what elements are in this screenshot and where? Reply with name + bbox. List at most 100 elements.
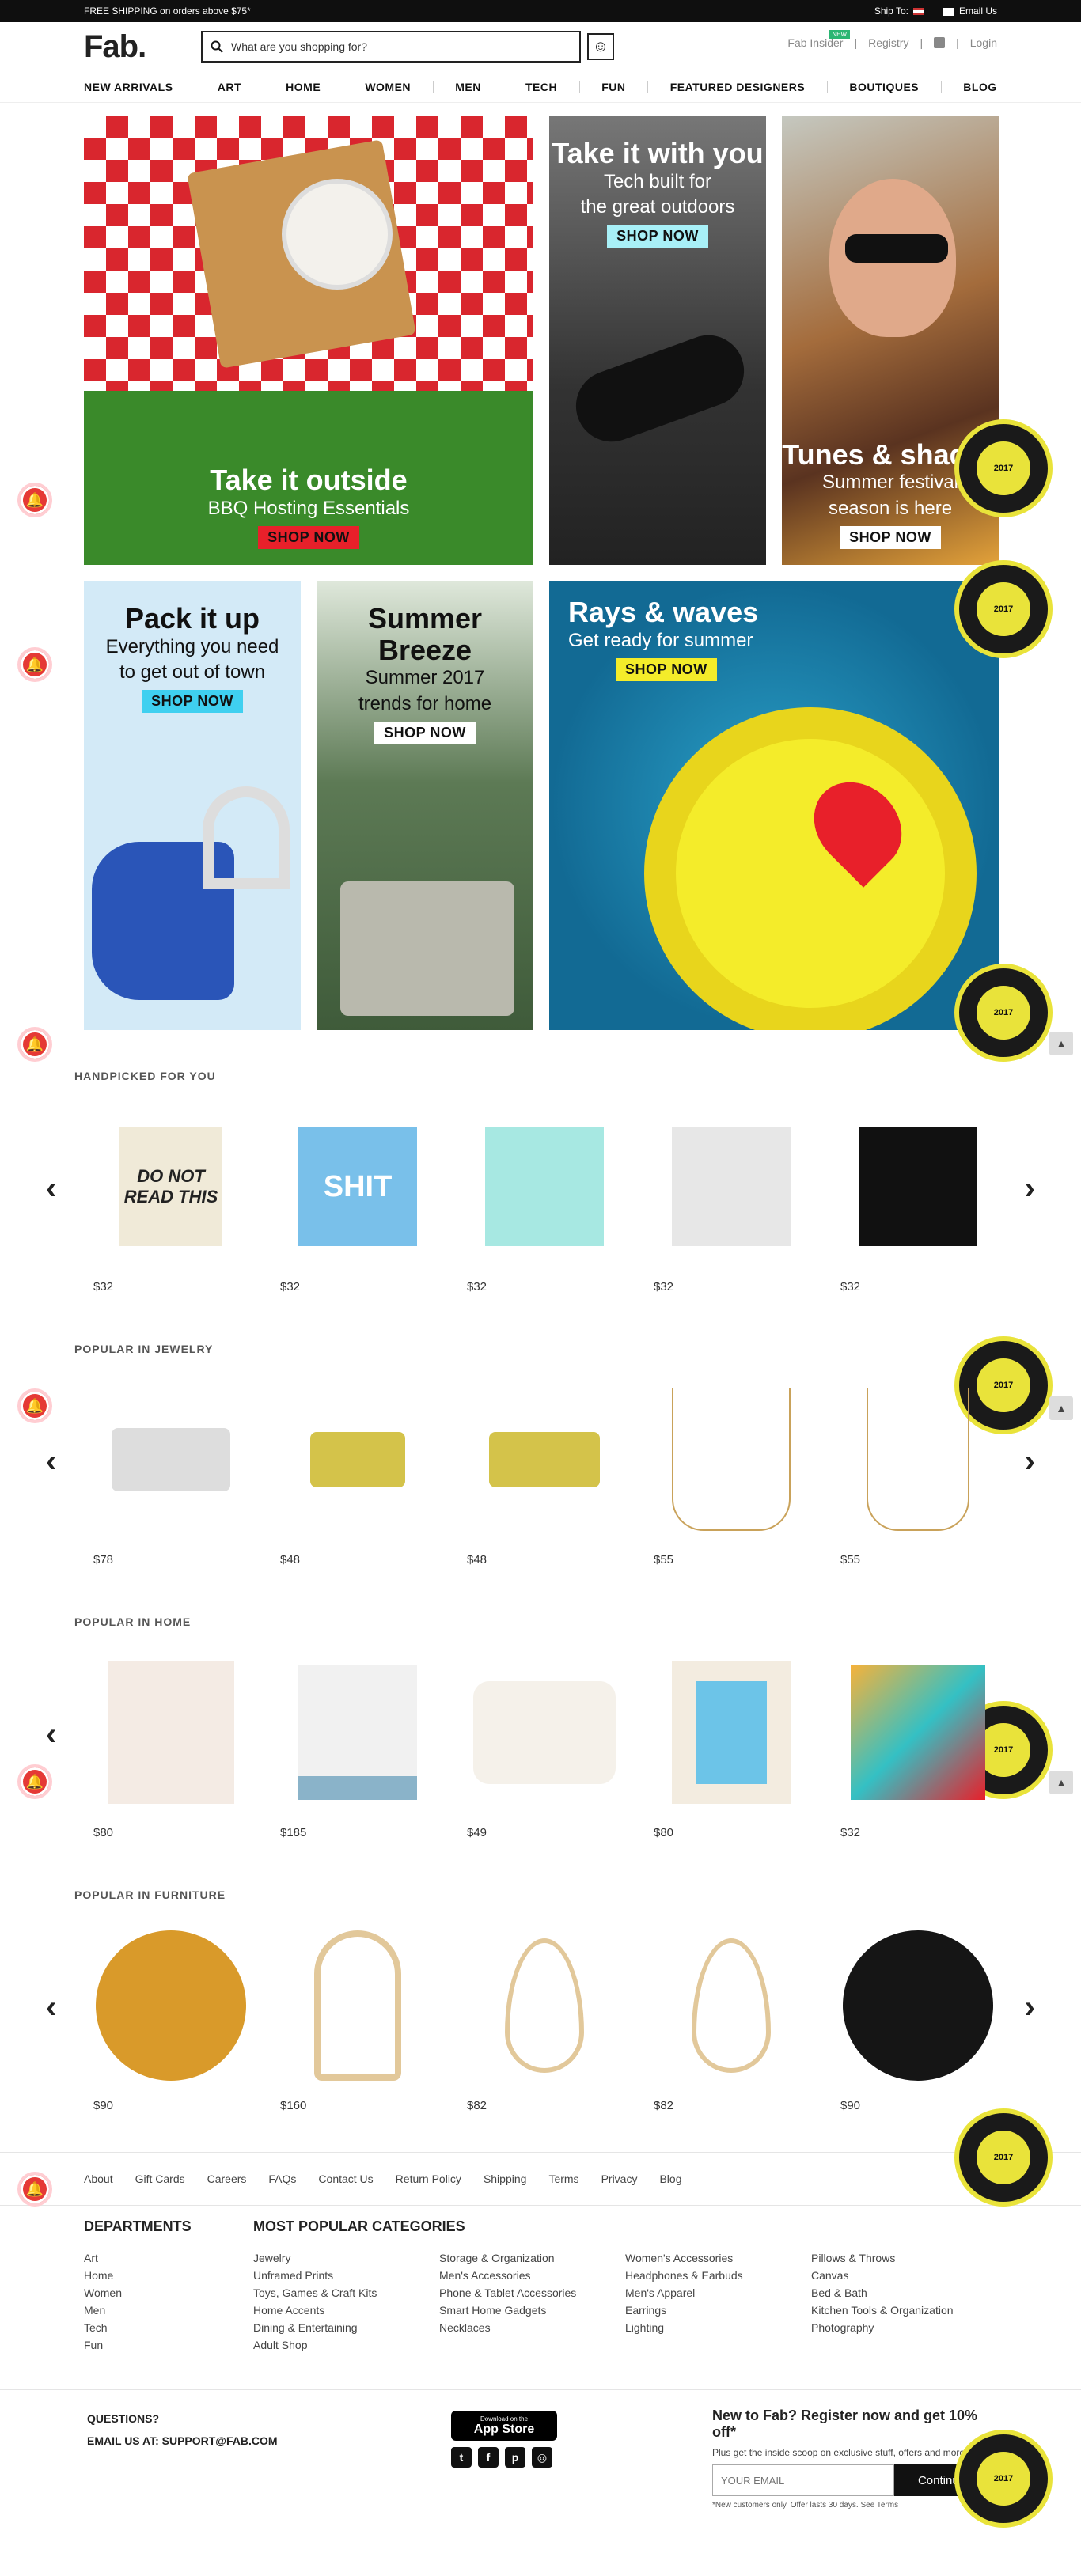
- banner-breeze-shop-now[interactable]: SHOP NOW: [374, 721, 476, 744]
- category-link[interactable]: Home Accents: [253, 2301, 439, 2319]
- category-link[interactable]: Storage & Organization: [439, 2249, 625, 2267]
- category-link[interactable]: Headphones & Earbuds: [625, 2267, 811, 2284]
- category-link[interactable]: Canvas: [811, 2267, 997, 2284]
- search-icon[interactable]: [211, 40, 223, 53]
- product-card[interactable]: $55: [644, 1373, 818, 1566]
- product-card[interactable]: DO NOT READ THIS $32: [84, 1100, 258, 1294]
- notification-bell-icon[interactable]: 🔔: [17, 647, 52, 682]
- email-field[interactable]: [712, 2464, 894, 2496]
- carousel-prev-arrow[interactable]: ‹: [46, 1990, 56, 2025]
- product-card[interactable]: $32: [831, 1646, 1005, 1839]
- scroll-to-top-button[interactable]: ▲: [1049, 1032, 1073, 1055]
- notification-bell-icon[interactable]: 🔔: [17, 1027, 52, 1062]
- footer-link-contact[interactable]: Contact Us: [318, 2173, 373, 2185]
- banner-tunes-shop-now[interactable]: SHOP NOW: [840, 526, 941, 549]
- product-card[interactable]: $160: [271, 1919, 445, 2112]
- nav-men[interactable]: MEN: [455, 81, 481, 93]
- login-link[interactable]: Login: [970, 36, 997, 49]
- category-link[interactable]: Necklaces: [439, 2319, 625, 2336]
- category-link[interactable]: Toys, Games & Craft Kits: [253, 2284, 439, 2301]
- nav-boutiques[interactable]: BOUTIQUES: [849, 81, 919, 93]
- smiley-icon[interactable]: ☺: [587, 33, 614, 60]
- search-input[interactable]: [231, 40, 571, 53]
- webby-award-badge[interactable]: 2017: [954, 419, 1053, 517]
- footer-link-shipping[interactable]: Shipping: [484, 2173, 527, 2185]
- support-email[interactable]: EMAIL US AT: SUPPORT@FAB.COM: [87, 2430, 278, 2452]
- ship-to-selector[interactable]: Ship To:: [874, 6, 924, 17]
- category-link[interactable]: Women's Accessories: [625, 2249, 811, 2267]
- carousel-next-arrow[interactable]: ›: [1025, 1990, 1035, 2025]
- product-card[interactable]: $78: [84, 1373, 258, 1566]
- category-link[interactable]: Kitchen Tools & Organization: [811, 2301, 997, 2319]
- product-card[interactable]: $90: [84, 1919, 258, 2112]
- category-link[interactable]: Phone & Tablet Accessories: [439, 2284, 625, 2301]
- webby-award-badge[interactable]: 2017: [954, 2108, 1053, 2207]
- footer-link-privacy[interactable]: Privacy: [601, 2173, 638, 2185]
- category-link[interactable]: Men's Apparel: [625, 2284, 811, 2301]
- product-card[interactable]: SHIT $32: [271, 1100, 445, 1294]
- facebook-icon[interactable]: f: [478, 2447, 499, 2468]
- department-link[interactable]: Art: [84, 2249, 218, 2267]
- webby-award-badge[interactable]: 2017: [954, 964, 1053, 1062]
- product-card[interactable]: $48: [457, 1373, 632, 1566]
- webby-award-badge[interactable]: 2017: [954, 560, 1053, 658]
- notification-bell-icon[interactable]: 🔔: [17, 2172, 52, 2207]
- product-card[interactable]: $32: [457, 1100, 632, 1294]
- category-link[interactable]: Lighting: [625, 2319, 811, 2336]
- cart-icon[interactable]: [934, 37, 946, 48]
- email-us-link[interactable]: Email Us: [943, 6, 997, 17]
- notification-bell-icon[interactable]: 🔔: [17, 1388, 52, 1423]
- department-link[interactable]: Women: [84, 2284, 218, 2301]
- product-card[interactable]: $82: [644, 1919, 818, 2112]
- product-card[interactable]: $80: [644, 1646, 818, 1839]
- pinterest-icon[interactable]: p: [505, 2447, 525, 2468]
- carousel-prev-arrow[interactable]: ‹: [46, 1717, 56, 1752]
- banner-rays[interactable]: Rays & waves Get ready for summer SHOP N…: [549, 581, 999, 1030]
- app-store-badge[interactable]: Download on the App Store: [451, 2411, 557, 2441]
- nav-tech[interactable]: TECH: [525, 81, 557, 93]
- product-card[interactable]: $185: [271, 1646, 445, 1839]
- product-card[interactable]: $82: [457, 1919, 632, 2112]
- footer-link-blog[interactable]: Blog: [659, 2173, 681, 2185]
- footer-link-careers[interactable]: Careers: [207, 2173, 247, 2185]
- footer-link-return-policy[interactable]: Return Policy: [396, 2173, 461, 2185]
- banner-picnic[interactable]: Take it outside BBQ Hosting Essentials S…: [84, 116, 533, 565]
- product-card[interactable]: $49: [457, 1646, 632, 1839]
- banner-pack[interactable]: Pack it up Everything you need to get ou…: [84, 581, 301, 1030]
- banner-tech-shop-now[interactable]: SHOP NOW: [607, 225, 708, 248]
- nav-art[interactable]: ART: [218, 81, 241, 93]
- nav-fun[interactable]: FUN: [601, 81, 625, 93]
- banner-pack-shop-now[interactable]: SHOP NOW: [142, 690, 243, 714]
- nav-home[interactable]: HOME: [286, 81, 321, 93]
- scroll-to-top-button[interactable]: ▲: [1049, 1396, 1073, 1420]
- fab-logo[interactable]: Fab.: [84, 29, 195, 65]
- nav-featured-designers[interactable]: FEATURED DESIGNERS: [670, 81, 806, 93]
- banner-rays-shop-now[interactable]: SHOP NOW: [616, 657, 717, 681]
- category-link[interactable]: Jewelry: [253, 2249, 439, 2267]
- category-link[interactable]: Bed & Bath: [811, 2284, 997, 2301]
- category-link[interactable]: Dining & Entertaining: [253, 2319, 439, 2336]
- footer-link-gift-cards[interactable]: Gift Cards: [135, 2173, 185, 2185]
- nav-new-arrivals[interactable]: NEW ARRIVALS: [84, 81, 173, 93]
- category-link[interactable]: Earrings: [625, 2301, 811, 2319]
- carousel-next-arrow[interactable]: ›: [1025, 1444, 1035, 1479]
- category-link[interactable]: Photography: [811, 2319, 997, 2336]
- category-link[interactable]: Adult Shop: [253, 2336, 439, 2354]
- scroll-to-top-button[interactable]: ▲: [1049, 1771, 1073, 1794]
- banner-picnic-shop-now[interactable]: SHOP NOW: [258, 526, 359, 549]
- department-link[interactable]: Fun: [84, 2336, 218, 2354]
- instagram-icon[interactable]: ◎: [532, 2447, 552, 2468]
- footer-link-terms[interactable]: Terms: [548, 2173, 578, 2185]
- banner-breeze[interactable]: Summer Breeze Summer 2017 trends for hom…: [317, 581, 533, 1030]
- carousel-prev-arrow[interactable]: ‹: [46, 1444, 56, 1479]
- carousel-next-arrow[interactable]: ›: [1025, 1171, 1035, 1207]
- webby-award-badge[interactable]: 2017: [954, 2430, 1053, 2528]
- carousel-prev-arrow[interactable]: ‹: [46, 1171, 56, 1207]
- banner-tech[interactable]: Take it with you Tech built for the grea…: [549, 116, 766, 565]
- nav-blog[interactable]: BLOG: [963, 81, 996, 93]
- category-link[interactable]: Men's Accessories: [439, 2267, 625, 2284]
- department-link[interactable]: Home: [84, 2267, 218, 2284]
- product-card[interactable]: $80: [84, 1646, 258, 1839]
- category-link[interactable]: Unframed Prints: [253, 2267, 439, 2284]
- category-link[interactable]: Smart Home Gadgets: [439, 2301, 625, 2319]
